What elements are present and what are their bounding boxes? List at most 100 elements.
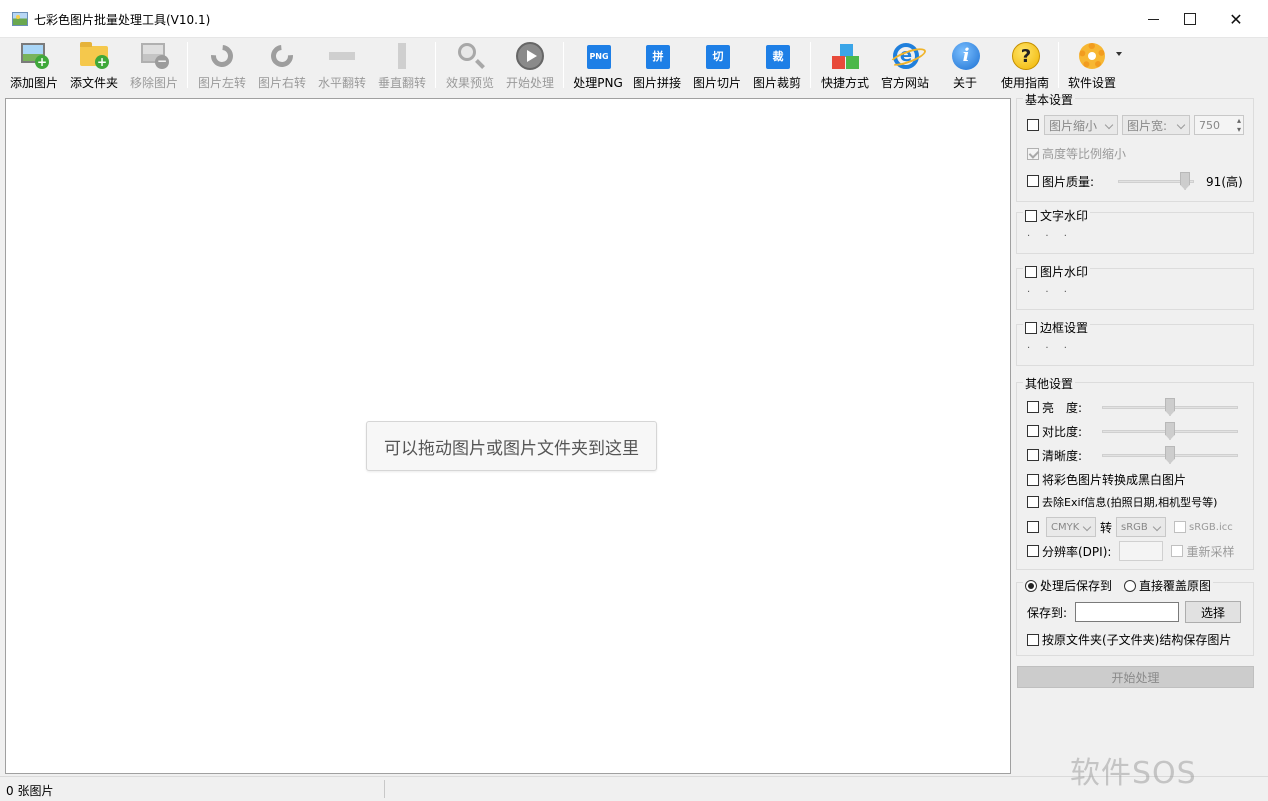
- color-convert-checkbox[interactable]: [1027, 521, 1039, 533]
- dropdown-arrow-icon: [1116, 52, 1122, 56]
- add-image-icon: +: [18, 40, 50, 72]
- resize-by-select[interactable]: 图片宽:: [1122, 115, 1190, 135]
- quality-row: 图片质量: 91(高): [1027, 171, 1243, 191]
- save-to-radio[interactable]: [1025, 579, 1037, 592]
- width-spinner[interactable]: 750: [1194, 115, 1244, 135]
- color-from-select[interactable]: CMYK: [1046, 517, 1096, 537]
- flip-vertical-icon: [386, 40, 418, 72]
- sharpness-row: 清晰度:: [1027, 445, 1238, 465]
- flip-vertical-button[interactable]: 垂直翻转: [376, 38, 428, 94]
- slice-icon: 切: [701, 40, 733, 72]
- resize-checkbox[interactable]: [1027, 119, 1039, 131]
- choose-folder-button[interactable]: 选择: [1185, 601, 1242, 623]
- keep-ratio-checkbox[interactable]: [1027, 147, 1039, 160]
- brightness-checkbox[interactable]: [1027, 401, 1039, 413]
- contrast-slider[interactable]: [1102, 421, 1238, 441]
- crop-icon: 裁: [761, 40, 793, 72]
- preview-button[interactable]: 效果预览: [444, 38, 496, 94]
- toolbar-separator: [435, 42, 436, 88]
- crop-button[interactable]: 裁 图片裁剪: [751, 38, 803, 94]
- title-bar: 七彩色图片批量处理工具(V10.1) ✕: [0, 0, 1268, 38]
- dpi-input[interactable]: [1119, 541, 1164, 561]
- dpi-checkbox[interactable]: [1027, 545, 1039, 557]
- toolbar: + 添加图片 + 添文件夹 − 移除图片 图片左转 图片右转 水平翻转 垂直翻转…: [0, 38, 1268, 94]
- add-folder-button[interactable]: + 添文件夹: [68, 38, 120, 94]
- basic-settings-group: 基本设置 图片缩小 图片宽: 750 高度等比例缩小 图片质量: 91(高): [1016, 91, 1254, 202]
- brightness-slider-thumb[interactable]: [1165, 398, 1175, 416]
- remove-exif-row: 去除Exif信息(拍照日期,相机型号等): [1027, 494, 1217, 510]
- stitch-button[interactable]: 拼 图片拼接: [631, 38, 683, 94]
- contrast-checkbox[interactable]: [1027, 425, 1039, 437]
- ie-browser-icon: e: [889, 40, 921, 72]
- remove-image-icon: −: [138, 40, 170, 72]
- flip-horizontal-button[interactable]: 水平翻转: [316, 38, 368, 94]
- border-more[interactable]: · · ·: [1027, 343, 1073, 354]
- status-separator: [384, 780, 385, 798]
- grayscale-row: 将彩色图片转换成黑白图片: [1027, 471, 1186, 488]
- image-watermark-checkbox[interactable]: [1025, 265, 1037, 278]
- toolbar-separator: [563, 42, 564, 88]
- cubes-icon: [829, 40, 861, 72]
- overwrite-radio[interactable]: [1124, 579, 1137, 592]
- icc-checkbox[interactable]: [1174, 521, 1187, 533]
- stitch-icon: 拼: [641, 40, 673, 72]
- image-watermark-more[interactable]: · · ·: [1027, 287, 1073, 298]
- text-watermark-row: 文字水印: [1023, 207, 1091, 224]
- sharpness-checkbox[interactable]: [1027, 449, 1039, 461]
- start-process-button[interactable]: 开始处理: [1017, 666, 1254, 688]
- dpi-row: 分辨率(DPI): 重新采样: [1027, 541, 1234, 561]
- resample-checkbox[interactable]: [1171, 545, 1184, 557]
- text-watermark-group: 文字水印 · · ·: [1016, 207, 1254, 254]
- remove-exif-checkbox[interactable]: [1027, 496, 1039, 508]
- sharpness-slider[interactable]: [1102, 445, 1238, 465]
- text-watermark-checkbox[interactable]: [1025, 209, 1037, 222]
- quality-checkbox[interactable]: [1027, 175, 1039, 187]
- grayscale-checkbox[interactable]: [1027, 473, 1039, 486]
- sharpness-slider-thumb[interactable]: [1165, 446, 1175, 464]
- rotate-left-button[interactable]: 图片左转: [196, 38, 248, 94]
- color-to-select[interactable]: sRGB: [1116, 517, 1167, 537]
- quality-value: 91(高): [1206, 174, 1243, 189]
- save-path-input[interactable]: [1075, 602, 1180, 622]
- contrast-slider-thumb[interactable]: [1165, 422, 1175, 440]
- gear-icon: [1076, 40, 1122, 72]
- process-png-button[interactable]: PNG 处理PNG: [572, 38, 624, 94]
- png-icon: PNG: [582, 40, 614, 72]
- basic-settings-title: 基本设置: [1023, 91, 1076, 108]
- remove-image-button[interactable]: − 移除图片: [128, 38, 180, 94]
- maximize-button[interactable]: [1167, 0, 1213, 38]
- site-watermark: 软件SOS: [1070, 756, 1197, 791]
- rotate-right-button[interactable]: 图片右转: [256, 38, 308, 94]
- other-settings-title: 其他设置: [1023, 375, 1076, 392]
- brightness-row: 亮 度:: [1027, 397, 1238, 417]
- text-watermark-more[interactable]: · · ·: [1027, 231, 1073, 242]
- info-icon: i: [949, 40, 981, 72]
- color-convert-row: CMYK 转 sRGB sRGB.icc: [1027, 517, 1233, 537]
- rotate-right-icon: [266, 40, 298, 72]
- image-count: 0 张图片: [6, 784, 54, 798]
- website-button[interactable]: e 官方网站: [879, 38, 931, 94]
- image-list-area[interactable]: 可以拖动图片或图片文件夹到这里: [5, 98, 1011, 774]
- output-group: 处理后保存到 直接覆盖原图 保存到: 选择 按原文件夹(子文件夹)结构保存图片: [1016, 577, 1254, 656]
- add-image-button[interactable]: + 添加图片: [8, 38, 60, 94]
- magnifier-icon: [454, 40, 486, 72]
- image-watermark-group: 图片水印 · · ·: [1016, 263, 1254, 310]
- quality-slider-thumb[interactable]: [1180, 172, 1191, 190]
- quality-slider[interactable]: [1118, 171, 1195, 191]
- border-group: 边框设置 · · ·: [1016, 319, 1254, 366]
- settings-button[interactable]: 软件设置: [1066, 38, 1122, 94]
- resize-mode-select[interactable]: 图片缩小: [1044, 115, 1118, 135]
- border-row: 边框设置: [1023, 319, 1091, 336]
- about-button[interactable]: i 关于: [939, 38, 991, 94]
- brightness-slider[interactable]: [1102, 397, 1238, 417]
- flip-horizontal-icon: [326, 40, 358, 72]
- shortcut-button[interactable]: 快捷方式: [819, 38, 871, 94]
- close-button[interactable]: ✕: [1213, 0, 1259, 38]
- start-toolbar-button[interactable]: 开始处理: [504, 38, 556, 94]
- keep-structure-checkbox[interactable]: [1027, 633, 1039, 646]
- border-checkbox[interactable]: [1025, 321, 1037, 334]
- rotate-left-icon: [206, 40, 238, 72]
- guide-button[interactable]: ? 使用指南: [999, 38, 1051, 94]
- output-mode-row: 处理后保存到 直接覆盖原图: [1023, 577, 1214, 594]
- slice-button[interactable]: 切 图片切片: [691, 38, 743, 94]
